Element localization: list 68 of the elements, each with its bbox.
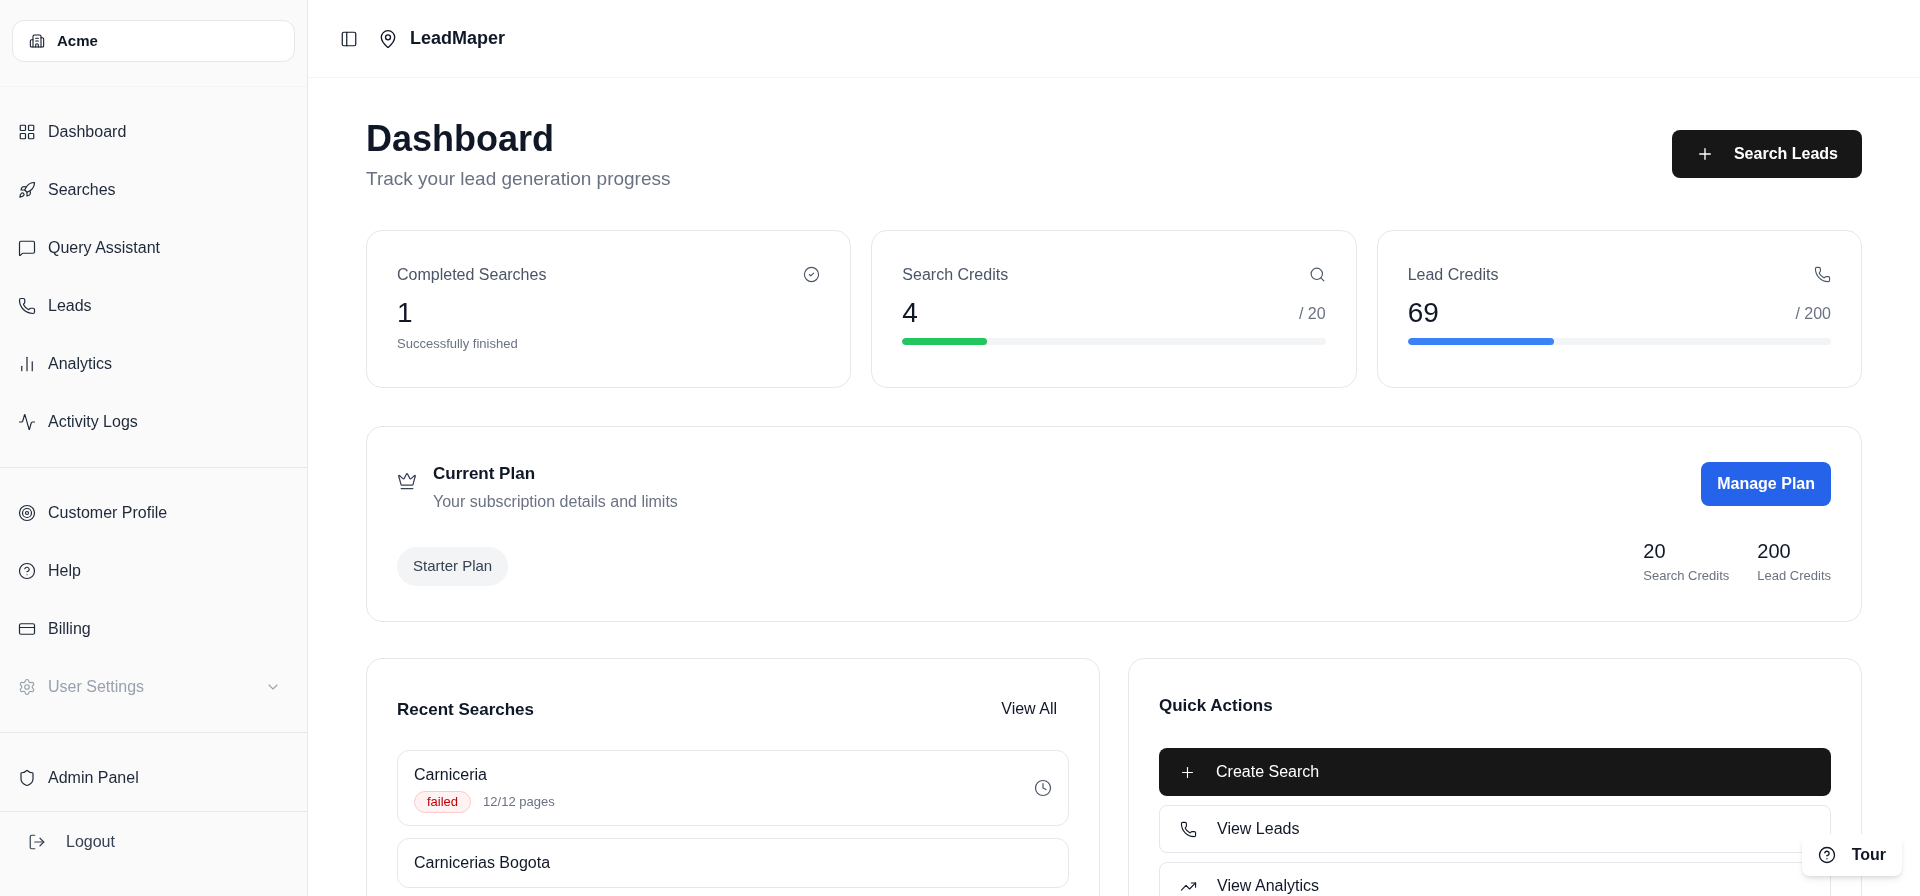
grid-icon bbox=[18, 123, 36, 141]
stat-value: 4 bbox=[902, 295, 918, 330]
sidebar-item[interactable]: Billing bbox=[0, 600, 307, 658]
plan-badge: Starter Plan bbox=[397, 547, 509, 586]
sidebar-item[interactable]: Query Assistant bbox=[0, 219, 307, 277]
sidebar-item[interactable]: Leads bbox=[0, 277, 307, 335]
search-name: Carnicerias Bogota bbox=[414, 852, 551, 873]
phone-icon bbox=[1814, 266, 1831, 283]
stat-value: 1 bbox=[397, 295, 413, 330]
logout-link[interactable]: Logout bbox=[0, 812, 307, 872]
limit-label: Lead Credits bbox=[1757, 567, 1831, 585]
quick-action-button[interactable]: View Leads bbox=[1159, 805, 1831, 853]
tour-button[interactable]: Tour bbox=[1801, 834, 1902, 876]
search-item[interactable]: Carnicerias Bogota bbox=[397, 837, 1069, 888]
sidebar-item[interactable]: Searches bbox=[0, 161, 307, 219]
search-icon bbox=[1308, 266, 1326, 283]
help-icon bbox=[1817, 846, 1836, 864]
sidebar-item[interactable]: Customer Profile bbox=[0, 484, 307, 542]
search-item[interactable]: Carniceria failed 12/12 pages bbox=[397, 750, 1069, 826]
workspace-button[interactable]: Acme bbox=[12, 20, 295, 62]
phone-icon bbox=[18, 297, 36, 315]
rocket-icon bbox=[18, 181, 36, 199]
view-all-link[interactable]: View All bbox=[1001, 697, 1057, 722]
logout-icon bbox=[28, 833, 46, 851]
sidebar-item[interactable]: Analytics bbox=[0, 335, 307, 393]
chat-icon bbox=[18, 239, 36, 257]
help-icon bbox=[18, 562, 36, 580]
manage-plan-button[interactable]: Manage Plan bbox=[1701, 461, 1831, 506]
sidebar-toggle-icon[interactable] bbox=[340, 29, 358, 48]
sidebar-item[interactable]: Activity Logs bbox=[0, 393, 307, 451]
map-pin-icon bbox=[378, 28, 398, 49]
stat-title: Search Credits bbox=[902, 264, 1009, 285]
status-badge: failed bbox=[414, 791, 472, 813]
search-name: Carniceria bbox=[414, 765, 488, 785]
page-subtitle: Track your lead generation progress bbox=[366, 167, 671, 191]
plan-subtitle: Your subscription details and limits bbox=[433, 492, 678, 512]
search-leads-button[interactable]: Search Leads bbox=[1671, 130, 1862, 178]
limit-label: Search Credits bbox=[1643, 567, 1730, 585]
shield-icon bbox=[18, 769, 36, 787]
stat-title: Lead Credits bbox=[1407, 264, 1499, 285]
limit-value: 20 bbox=[1643, 539, 1667, 564]
settings-icon bbox=[18, 678, 36, 696]
section-title: Recent Searches bbox=[397, 698, 535, 721]
plan-title: Current Plan bbox=[433, 462, 537, 485]
stat-total: / 20 bbox=[1298, 303, 1326, 324]
target-icon bbox=[18, 504, 36, 522]
stat-total: / 200 bbox=[1795, 303, 1831, 324]
stat-value: 69 bbox=[1407, 295, 1439, 330]
page-title: Dashboard bbox=[366, 117, 556, 161]
phone-icon bbox=[1180, 820, 1197, 838]
card-icon bbox=[18, 620, 36, 638]
building-icon bbox=[29, 33, 45, 49]
limit-value: 200 bbox=[1757, 539, 1792, 564]
stat-title: Completed Searches bbox=[397, 264, 547, 285]
stat-caption: Successfully finished bbox=[397, 334, 519, 353]
section-title: Quick Actions bbox=[1159, 694, 1274, 717]
clock-icon bbox=[1034, 778, 1052, 797]
quick-action-button[interactable]: Create Search bbox=[1159, 748, 1831, 796]
check-circle-icon bbox=[803, 266, 821, 283]
bar-chart-icon bbox=[18, 355, 36, 373]
sidebar-item[interactable]: Help bbox=[0, 542, 307, 600]
app-name: LeadMaper bbox=[410, 27, 506, 50]
crown-icon bbox=[397, 470, 417, 491]
pulse-icon bbox=[18, 413, 36, 431]
sidebar-item[interactable]: Dashboard bbox=[0, 103, 307, 161]
page-count: 12/12 pages bbox=[483, 793, 555, 811]
quick-action-button[interactable]: View Analytics bbox=[1159, 862, 1831, 896]
sidebar-item[interactable]: Admin Panel bbox=[0, 749, 307, 807]
